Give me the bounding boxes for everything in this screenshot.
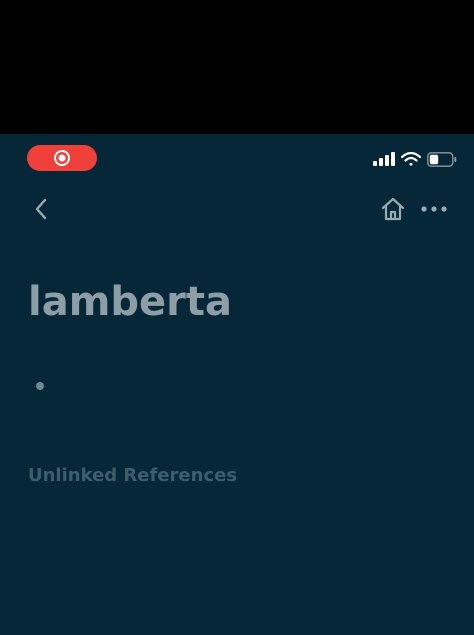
screen: lamberta Unlinked References: [0, 0, 474, 635]
page-title[interactable]: lamberta: [28, 276, 232, 328]
chevron-left-icon: [35, 198, 47, 220]
top-black-area: [0, 0, 474, 134]
screen-recording-icon: [54, 150, 70, 166]
empty-block[interactable]: [30, 372, 330, 402]
home-button[interactable]: [379, 195, 407, 223]
screen-recording-indicator[interactable]: [27, 145, 97, 171]
unlinked-references-toggle[interactable]: Unlinked References: [28, 464, 237, 488]
battery-icon: [427, 151, 457, 167]
home-icon: [381, 197, 405, 221]
wifi-icon: [401, 151, 421, 166]
more-horizontal-icon: [421, 206, 447, 212]
back-button[interactable]: [28, 196, 54, 222]
app-view: lamberta Unlinked References: [0, 134, 474, 635]
block-bullet[interactable]: [36, 382, 44, 390]
status-icons: [373, 150, 457, 168]
more-options-button[interactable]: [419, 196, 449, 222]
cellular-signal-icon: [373, 152, 395, 166]
